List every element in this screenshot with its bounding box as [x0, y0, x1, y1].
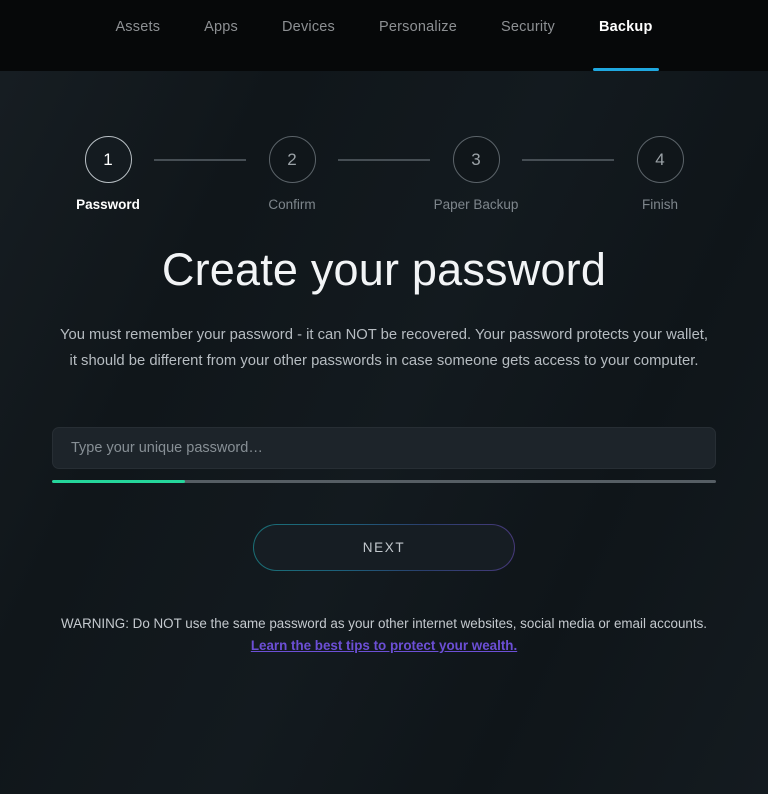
step-label: Confirm	[268, 197, 316, 212]
nav-tab-backup[interactable]: Backup	[577, 0, 675, 71]
footer-warning-block: WARNING: Do NOT use the same password as…	[0, 614, 768, 655]
step-finish[interactable]: 4 Finish	[614, 136, 706, 212]
page-description: You must remember your password - it can…	[59, 327, 709, 369]
nav-tab-devices[interactable]: Devices	[260, 0, 357, 71]
password-strength-meter	[52, 480, 716, 483]
next-button[interactable]: NEXT	[253, 524, 515, 571]
password-field-group	[52, 427, 716, 483]
nav-tab-apps[interactable]: Apps	[182, 0, 260, 71]
step-label: Password	[76, 197, 140, 212]
step-connector	[154, 159, 246, 161]
nav-tab-personalize[interactable]: Personalize	[357, 0, 479, 71]
step-password[interactable]: 1 Password	[62, 136, 154, 212]
nav-tab-label: Apps	[204, 19, 239, 35]
step-number: 3	[452, 136, 500, 183]
wizard-stepper: 1 Password 2 Confirm 3 Paper Backup 4 Fi…	[0, 136, 768, 212]
step-paper-backup[interactable]: 3 Paper Backup	[430, 136, 522, 212]
password-input[interactable]	[52, 427, 716, 469]
step-confirm[interactable]: 2 Confirm	[246, 136, 338, 212]
next-button-row: NEXT	[0, 524, 768, 571]
active-tab-underline	[592, 68, 659, 71]
nav-tab-label: Devices	[282, 19, 335, 35]
password-strength-fill	[52, 480, 185, 483]
nav-tab-security[interactable]: Security	[479, 0, 577, 71]
nav-tab-label: Personalize	[379, 19, 457, 35]
backup-wizard-page: Assets Apps Devices Personalize Security…	[0, 0, 768, 794]
step-number: 2	[268, 136, 316, 183]
protect-wealth-link[interactable]: Learn the best tips to protect your weal…	[251, 638, 517, 653]
nav-tab-assets[interactable]: Assets	[93, 0, 182, 71]
nav-tab-label: Assets	[115, 19, 161, 35]
main-navigation: Assets Apps Devices Personalize Security…	[0, 0, 768, 71]
nav-tab-label: Security	[500, 19, 555, 35]
nav-tab-label: Backup	[598, 19, 653, 35]
step-label: Finish	[641, 197, 678, 212]
step-connector	[338, 159, 430, 161]
step-number: 4	[636, 136, 684, 183]
step-number: 1	[84, 136, 132, 183]
step-label: Paper Backup	[433, 197, 519, 212]
page-title: Create your password	[161, 244, 607, 295]
warning-text: WARNING: Do NOT use the same password as…	[61, 616, 707, 631]
step-connector	[522, 159, 614, 161]
